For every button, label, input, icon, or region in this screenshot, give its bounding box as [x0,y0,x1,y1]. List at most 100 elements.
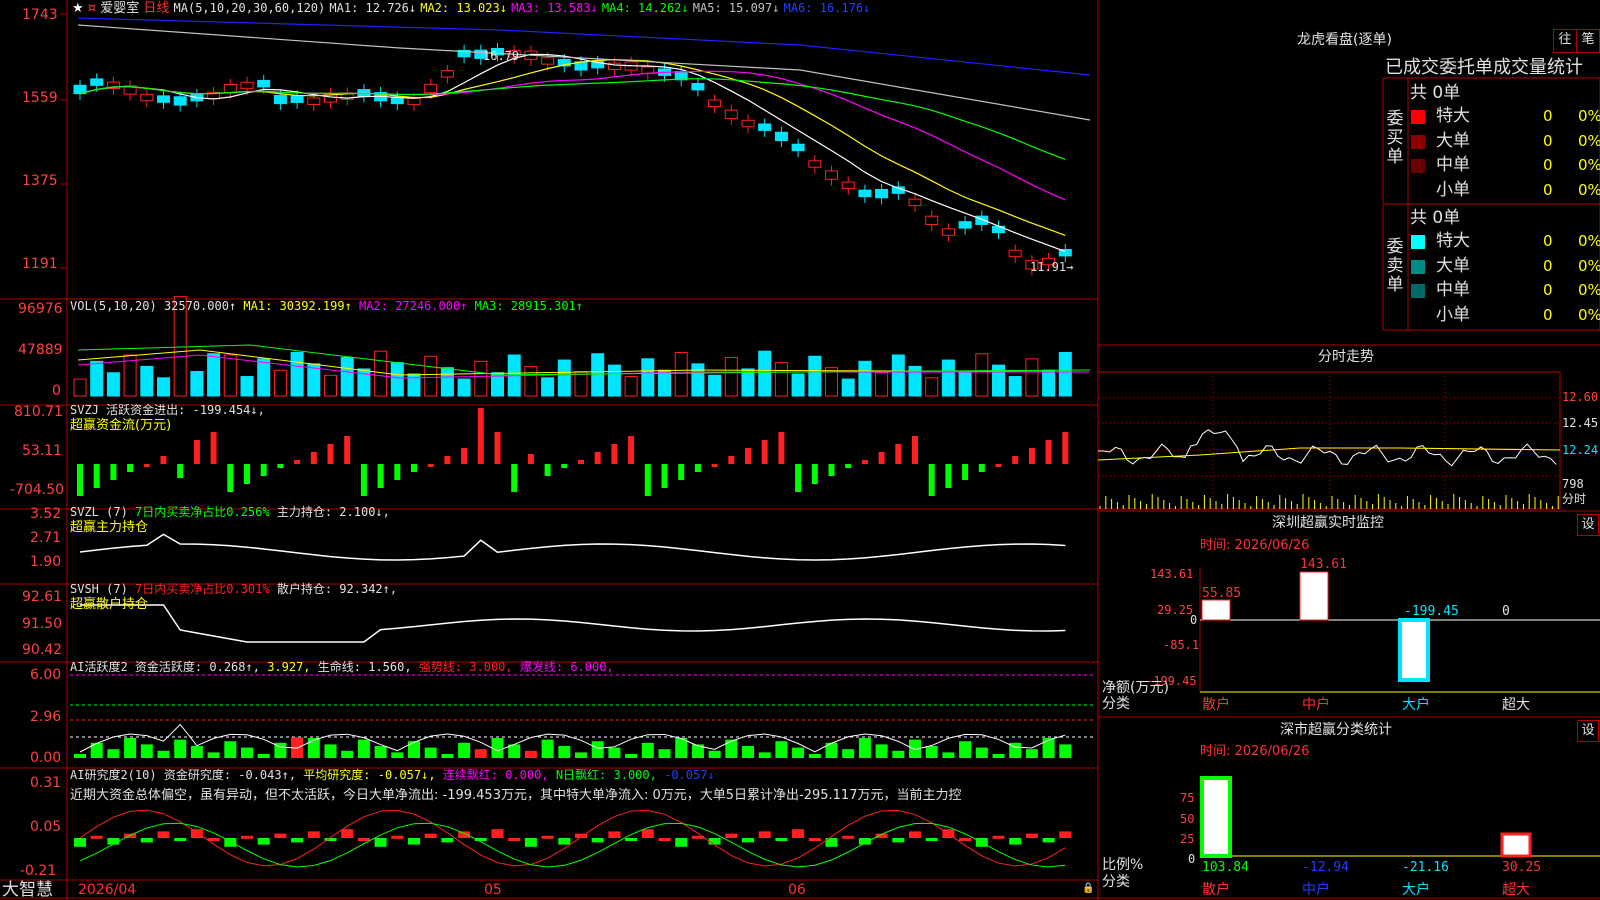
svzj-y-label: -704.50 [10,482,65,498]
wang-button[interactable]: 往 [1553,29,1577,53]
ai2-comment: 近期大资金总体偏空，虽有异动，但不太活跃，今日大单净流出: -199.453万元… [70,788,962,803]
monitor-title: 深圳超赢实时监控 [1272,515,1384,531]
monitor-cat: 散户 [1202,697,1230,713]
ai1-bar [942,752,955,758]
ai2-bar [274,833,287,838]
period-label[interactable]: 日线 [143,1,169,16]
svzj-bar [160,456,167,464]
svzl-y-label: 1.90 [30,554,62,570]
candle-body [958,221,972,229]
bi-button[interactable]: 笔 [1576,29,1600,53]
svzj-bar [260,464,267,476]
candle-body [240,81,254,90]
svzj-bar [978,464,985,472]
svzj-bar [294,460,301,464]
brand-logo[interactable]: 大智慧 [2,881,53,900]
monitor-y-label: -85.1 [1163,638,1200,652]
ai1-bar [458,742,471,758]
svsh-subtitle: 超赢散户持仓 [70,597,149,612]
ai2-bar [441,838,454,843]
ai1-bar [324,744,337,758]
monitor-value-sanhu: 55.85 [1202,586,1242,601]
intraday-frame [1097,371,1561,510]
ai1-bar [842,749,855,758]
vol-bar [674,351,688,397]
vol-y-label: 96976 [18,301,63,317]
intraday-vol-unit: 分时 [1562,492,1587,506]
svzj-bar [828,464,835,476]
stat-cat-label: 分类 [1102,874,1130,890]
ai1-bar [224,741,237,758]
buy-row-value: 0 [1543,156,1553,174]
vol-bar [1042,369,1056,397]
svzl-subtitle: 超赢主力持仓 [70,520,149,535]
chart-canvas[interactable] [0,0,1600,900]
svzj-bar [1028,448,1035,464]
lock-icon[interactable]: 🔒 [1082,881,1094,896]
flag-icon[interactable]: ¤ [88,1,96,16]
ma-params: MA(5,10,20,30,60,120) [173,1,326,15]
vol-bar [641,358,655,397]
buy-row-name: 特大 [1436,106,1470,126]
candle-body [724,109,738,119]
ai2-bar [608,831,621,838]
candle-body [541,57,555,65]
ai1-bar [892,750,905,758]
ai2-bar [792,829,805,838]
ai1-bar [441,754,454,758]
ai1-bar [357,739,370,758]
ai2-bar [241,835,253,839]
stock-name[interactable]: 爱婴室 [100,1,139,16]
ai2-bar [508,838,521,841]
candle-body [1008,249,1022,258]
svzj-bar [745,448,751,464]
order-stats-header: 已成交委托单成交量统计 [1385,57,1583,78]
vol-bar [73,378,87,397]
candle-body [808,160,822,168]
sell-row-name: 大单 [1436,255,1470,276]
svzj-bar [761,440,768,464]
monitor-settings-button[interactable]: 设 [1577,514,1599,536]
svzj-bar [394,464,401,480]
vol-bar [591,353,605,397]
candle-body [908,198,922,207]
ai1-bar [408,741,420,758]
ai1-bar [190,746,203,758]
sell-row-percent: 0% [1578,232,1600,250]
vol-bar [207,353,221,397]
ai2-bar [1009,838,1022,845]
svzj-bar [377,464,384,488]
ai2-bar [892,838,905,843]
vol-bar [808,355,822,397]
svsh-y-label: 91.50 [22,616,63,632]
monitor-cat-label: 分类 [1102,696,1130,712]
svzj-bar [327,444,334,464]
stat-settings-button[interactable]: 设 [1577,720,1599,742]
ai2-bar [458,831,471,838]
monitor-cat: 超大 [1502,697,1530,713]
svzl-y-label: 3.52 [30,506,62,522]
ai2-bar [842,835,855,839]
svzj-bar [93,464,100,488]
ai1-bar [541,739,554,758]
candle-body [290,95,304,103]
star-icon[interactable]: ★ [72,1,84,16]
candle-body [925,215,939,225]
ai2-bar [992,835,1005,839]
ai2-bar [291,838,304,843]
buy-group-label: 委买单 [1386,109,1404,167]
svzj-bar [561,464,568,468]
sell-row-name: 小单 [1436,304,1470,325]
svzj-bar [1062,432,1069,464]
svzj-bar [811,464,818,484]
ai1-bar [524,750,537,758]
svzj-bar [444,456,451,464]
ai1-bar [858,738,871,758]
ai2-bar [708,838,721,845]
ai2-bar [424,833,437,838]
vol-bar [875,372,889,397]
stat-y-label: 0 [1188,852,1196,866]
intraday-title[interactable]: 分时走势 [1318,350,1374,365]
sell-row-value: 0 [1543,281,1553,299]
monitor-cat: 中户 [1302,697,1330,713]
